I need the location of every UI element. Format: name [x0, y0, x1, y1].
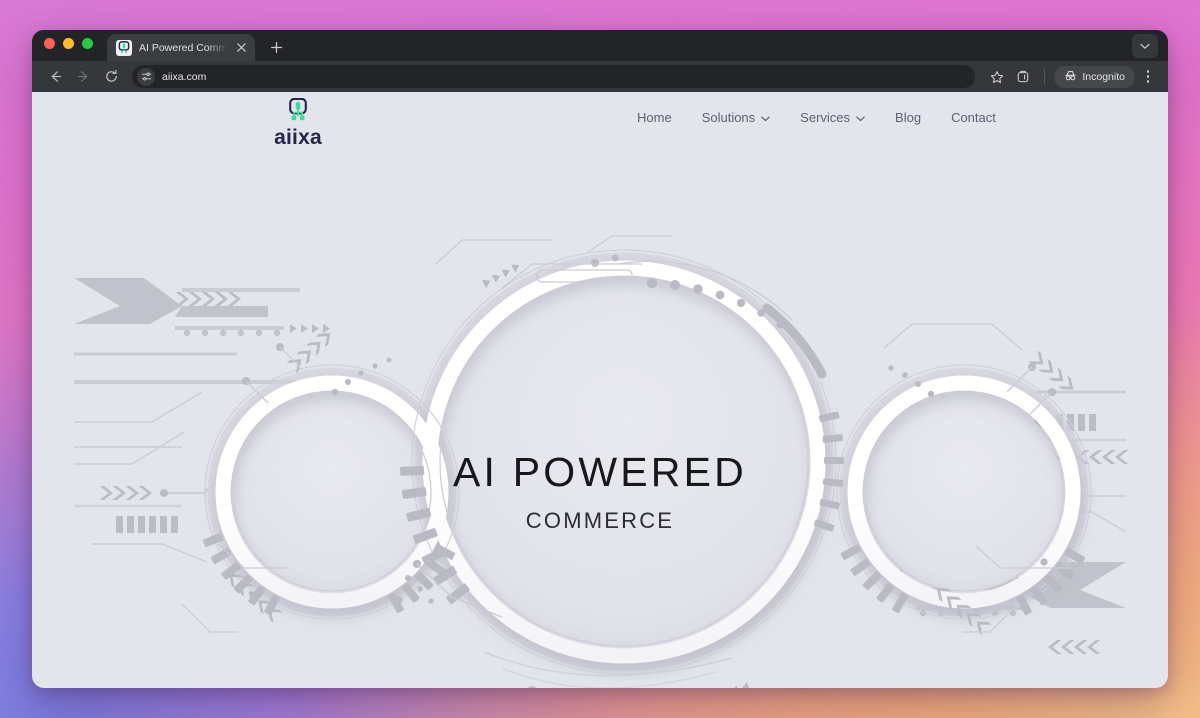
- toolbar-divider: [1044, 69, 1046, 84]
- minimize-window-button[interactable]: [63, 38, 74, 49]
- tab-list-chevron-down-icon[interactable]: [1132, 34, 1158, 58]
- forward-arrow-icon[interactable]: [70, 64, 96, 90]
- site-settings-sliders-icon[interactable]: [137, 67, 155, 86]
- nav-item-services[interactable]: Services: [800, 110, 865, 125]
- tab-strip: AI Powered Commerce Soluti: [32, 30, 1168, 61]
- incognito-hat-icon: [1064, 69, 1077, 85]
- incognito-badge[interactable]: Incognito: [1054, 65, 1135, 88]
- brand-logo[interactable]: aiixa: [238, 97, 358, 149]
- brand-wordmark: aiixa: [274, 126, 322, 149]
- new-tab-button[interactable]: [263, 34, 289, 60]
- nav-label-solutions: Solutions: [701, 110, 756, 125]
- close-window-button[interactable]: [44, 38, 55, 49]
- browser-toolbar: aiixa.com Incognito: [32, 61, 1168, 92]
- chevron-down-icon: [761, 110, 770, 125]
- tab-title: AI Powered Commerce Soluti: [139, 41, 227, 54]
- reload-icon[interactable]: [98, 64, 124, 90]
- browser-window: AI Powered Commerce Soluti: [32, 30, 1168, 688]
- browser-tab[interactable]: AI Powered Commerce Soluti: [107, 34, 255, 61]
- site-header: aiixa Home Solutions Services Blog Conta…: [32, 92, 1168, 158]
- nav-item-blog[interactable]: Blog: [895, 110, 921, 125]
- nav-label-services: Services: [800, 110, 851, 125]
- page-viewport: aiixa Home Solutions Services Blog Conta…: [32, 92, 1168, 688]
- tab-close-icon[interactable]: [234, 41, 248, 55]
- nav-label-contact: Contact: [951, 110, 996, 125]
- desktop-wallpaper: AI Powered Commerce Soluti: [0, 0, 1200, 718]
- hero-subtitle: COMMERCE: [525, 508, 675, 533]
- incognito-label: Incognito: [1082, 70, 1125, 83]
- star-icon[interactable]: [985, 65, 1009, 89]
- nav-label-home: Home: [637, 110, 672, 125]
- nav-item-contact[interactable]: Contact: [951, 110, 996, 125]
- hero-copy: AI POWERED COMMERCE: [32, 452, 1168, 532]
- chevron-down-icon: [856, 110, 865, 125]
- split-tab-icon[interactable]: [1011, 65, 1035, 89]
- address-bar[interactable]: aiixa.com: [132, 65, 976, 88]
- window-controls: [44, 30, 107, 61]
- back-arrow-icon[interactable]: [42, 64, 68, 90]
- three-dots-menu-icon[interactable]: [1137, 65, 1159, 89]
- main-navigation: Home Solutions Services Blog Contact: [637, 110, 996, 125]
- address-bar-url: aiixa.com: [162, 70, 207, 83]
- nav-item-home[interactable]: Home: [637, 110, 672, 125]
- maximize-window-button[interactable]: [82, 38, 93, 49]
- nav-label-blog: Blog: [895, 110, 922, 125]
- nav-item-solutions[interactable]: Solutions: [702, 110, 770, 125]
- tab-favicon-icon: [116, 39, 132, 56]
- hero-circuit-artwork: [74, 235, 1129, 688]
- aiixa-node-logo-icon: [285, 97, 311, 126]
- hero-title: AI POWERED: [453, 449, 747, 495]
